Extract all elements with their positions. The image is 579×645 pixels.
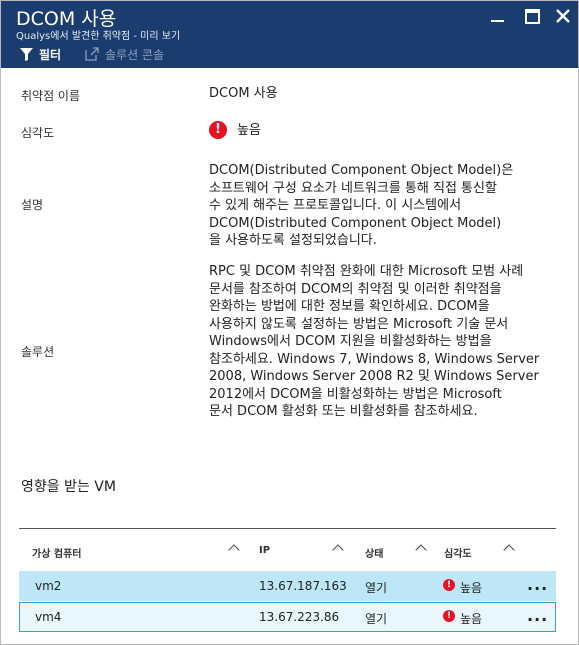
vulnerability-name-value: DCOM 사용 (209, 86, 278, 101)
severity-cell: 높음 (460, 581, 483, 595)
solution-line: 2008, Windows Server 2008 R2 및 Windows S… (209, 369, 539, 384)
blade-content: 취약점 이름 DCOM 사용 심각도 ! 높음 설명 DCOM(Distribu… (1, 68, 578, 644)
vm-name-cell: vm4 (35, 610, 62, 624)
column-header-ip[interactable]: IP (259, 545, 270, 556)
severity-high-icon: ! (443, 579, 455, 591)
table-header: 가상 컴퓨터 IP 상태 심각도 (19, 528, 556, 571)
column-header-severity[interactable]: 심각도 (444, 545, 472, 560)
solution-line: 문서를 참조하여 DCOM의 취약점 및 이러한 취약점을 (209, 281, 502, 297)
affected-vms-table: 가상 컴퓨터 IP 상태 심각도 vm2 13.67.187.163 열기 ! … (19, 528, 556, 632)
external-link-icon (85, 47, 99, 61)
funnel-icon (20, 47, 33, 61)
solution-line: Windows에서 DCOM 지원을 비활성화하는 방법을 (209, 334, 492, 349)
blade-subtitle: Qualys에서 발견한 취약점 - 미리 보기 (16, 31, 181, 42)
description-line: DCOM(Distributed Component Object Model) (209, 215, 502, 231)
description-line: 을 사용하도록 설정되었습니다. (209, 233, 377, 248)
solution-line: RPC 및 DCOM 취약점 완화에 대한 Microsoft 모범 사례 (209, 264, 524, 279)
filter-button[interactable]: 필터 (20, 45, 61, 63)
description-line: DCOM(Distributed Component Object Model)… (209, 163, 514, 178)
title-bar: DCOM 사용 Qualys에서 발견한 취약점 - 미리 보기 필터 솔루션 … (1, 1, 578, 68)
sort-vm-icon[interactable] (230, 543, 238, 551)
sort-ip-icon[interactable] (334, 543, 342, 551)
solution-line: 2012에서 DCOM을 비활성화하는 방법은 Microsoft (209, 386, 502, 402)
table-row[interactable]: vm4 13.67.223.86 열기 ! 높음 ... (19, 602, 556, 632)
sort-state-icon[interactable] (417, 543, 425, 551)
description-line: 수 있게 해주는 프로토콜입니다. 이 시스템에서 (209, 198, 462, 213)
solution-line: 완화하는 방법에 대한 정보를 확인하세요. DCOM을 (209, 299, 490, 314)
severity-high-icon: ! (443, 610, 455, 622)
solution-console-button[interactable]: 솔루션 콘솔 (85, 45, 164, 63)
more-options-icon[interactable]: ... (527, 606, 548, 625)
description-line: 소프트웨어 구성 요소가 네트워크를 통해 직접 통신할 (209, 180, 497, 196)
severity-label: 심각도 (21, 126, 55, 140)
close-icon[interactable] (554, 7, 574, 25)
severity-value: 높음 (237, 123, 261, 138)
blade-window: DCOM 사용 Qualys에서 발견한 취약점 - 미리 보기 필터 솔루션 … (0, 0, 579, 645)
ip-cell: 13.67.223.86 (259, 610, 340, 624)
solution-console-label: 솔루션 콘솔 (105, 47, 165, 62)
solution-line: 참조하세요. Windows 7, Windows 8, Windows Ser… (209, 351, 540, 367)
state-cell: 열기 (365, 612, 388, 626)
severity-high-icon: ! (209, 121, 227, 139)
solution-line: 사용하지 않도록 설정하는 방법은 Microsoft 기술 문서 (209, 316, 509, 332)
severity-cell: 높음 (460, 612, 483, 626)
filter-label: 필터 (39, 47, 62, 62)
affected-vms-title: 영향을 받는 VM (21, 479, 116, 495)
maximize-icon[interactable] (523, 7, 543, 25)
more-options-icon[interactable]: ... (527, 575, 548, 594)
column-header-vm[interactable]: 가상 컴퓨터 (32, 545, 81, 560)
column-header-state[interactable]: 상태 (365, 545, 383, 560)
solution-text: RPC 및 DCOM 취약점 완화에 대한 Microsoft 모범 사례 문서… (209, 263, 549, 421)
solution-label: 솔루션 (21, 345, 55, 359)
ip-cell: 13.67.187.163 (259, 579, 347, 593)
state-cell: 열기 (365, 581, 388, 595)
sort-severity-icon[interactable] (505, 543, 513, 551)
vm-name-cell: vm2 (35, 579, 62, 593)
vulnerability-name-label: 취약점 이름 (21, 89, 81, 103)
solution-line: 문서 DCOM 활성화 또는 비활성화를 참조하세요. (209, 404, 478, 419)
description-text: DCOM(Distributed Component Object Model)… (209, 162, 549, 250)
description-label: 설명 (21, 198, 44, 212)
table-row[interactable]: vm2 13.67.187.163 열기 ! 높음 ... (19, 571, 556, 601)
minimize-icon[interactable] (488, 7, 508, 25)
